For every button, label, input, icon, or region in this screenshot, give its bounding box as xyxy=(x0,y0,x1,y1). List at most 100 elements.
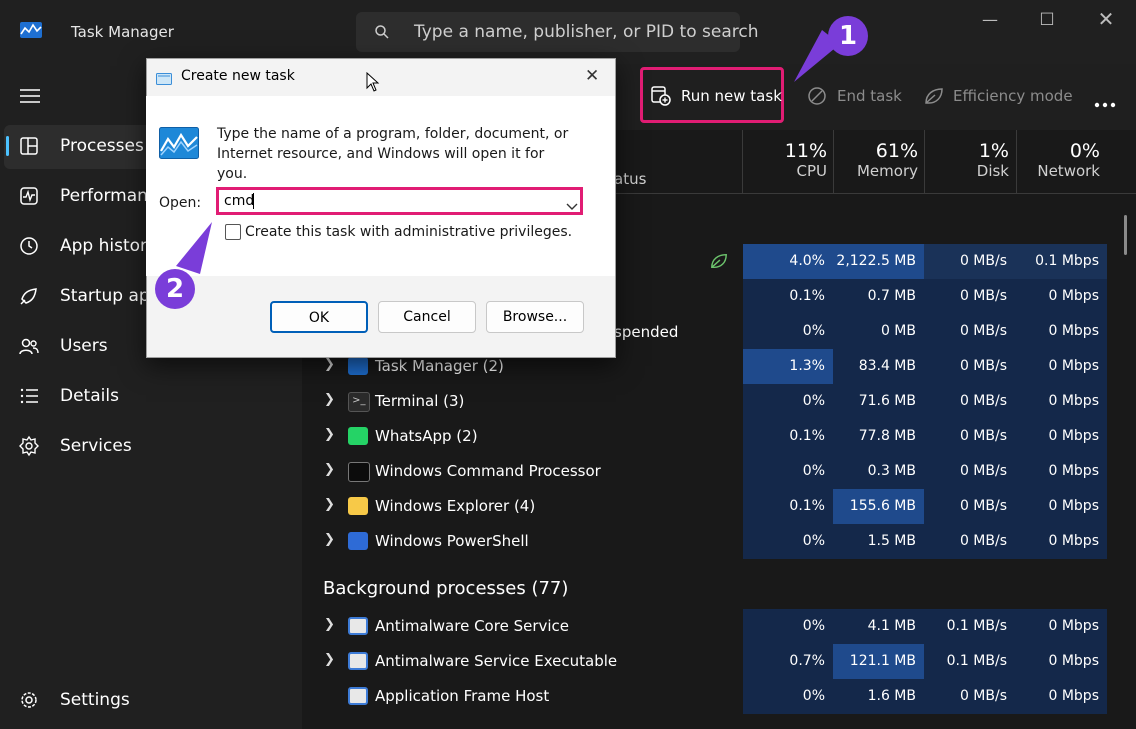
network-label: Network xyxy=(1037,162,1100,180)
search-icon xyxy=(374,24,390,44)
mouse-cursor-icon xyxy=(366,71,380,96)
cpu-cell: 0.1% xyxy=(743,279,833,314)
disk-cell: 0.1 MB/s xyxy=(924,609,1015,644)
table-row[interactable]: ❯ WhatsApp (2) 0.1% 77.8 MB 0 MB/s 0 Mbp… xyxy=(302,419,1107,454)
memory-cell: 0 MB xyxy=(833,314,924,349)
sidebar-item-label: App history xyxy=(60,236,158,256)
status-cell: spended xyxy=(614,323,679,341)
open-label: Open: xyxy=(159,195,202,211)
app-title: Task Manager xyxy=(71,23,174,41)
cpu-cell: 4.0% xyxy=(743,244,833,279)
network-cell: 0 Mbps xyxy=(1015,524,1107,559)
cpu-cell: 0.1% xyxy=(743,419,833,454)
browse-button[interactable]: Browse... xyxy=(486,301,584,333)
open-input[interactable]: cmd xyxy=(224,193,254,209)
hamburger-menu-icon[interactable] xyxy=(20,88,40,108)
network-cell: 0 Mbps xyxy=(1015,679,1107,714)
table-row[interactable]: ❯ Antimalware Service Executable 0.7% 12… xyxy=(302,644,1107,679)
disk-total: 1% xyxy=(978,140,1009,162)
table-row[interactable]: Application Frame Host 0% 1.6 MB 0 MB/s … xyxy=(302,679,1107,714)
scrollbar-thumb[interactable] xyxy=(1124,215,1127,255)
memory-cell: 155.6 MB xyxy=(833,489,924,524)
expand-chevron-icon[interactable]: ❯ xyxy=(324,652,335,667)
disk-cell: 0 MB/s xyxy=(924,524,1015,559)
step-badge-1: 1 xyxy=(828,16,868,56)
table-row[interactable]: ❯ Windows Command Processor 0% 0.3 MB 0 … xyxy=(302,454,1107,489)
service-window-icon xyxy=(348,687,368,705)
sidebar-item-details[interactable]: Details xyxy=(0,374,300,420)
memory-cell: 4.1 MB xyxy=(833,609,924,644)
process-name: Windows Command Processor xyxy=(375,462,601,480)
table-row[interactable]: ❯ Windows Explorer (4) 0.1% 155.6 MB 0 M… xyxy=(302,489,1107,524)
memory-cell: 77.8 MB xyxy=(833,419,924,454)
cancel-button[interactable]: Cancel xyxy=(378,301,476,333)
cpu-column-header[interactable]: 11% CPU xyxy=(743,140,827,190)
expand-chevron-icon[interactable]: ❯ xyxy=(324,392,335,407)
memory-label: Memory xyxy=(856,162,918,180)
command-prompt-icon xyxy=(348,462,370,482)
memory-cell: 1.6 MB xyxy=(833,679,924,714)
efficiency-mode-button[interactable]: Efficiency mode xyxy=(953,87,1073,105)
efficiency-leaf-icon xyxy=(709,252,729,274)
service-window-icon xyxy=(348,652,368,670)
network-cell: 0 Mbps xyxy=(1015,279,1107,314)
close-window-button[interactable]: ✕ xyxy=(1094,7,1118,31)
sidebar-item-label: Users xyxy=(60,336,108,356)
table-row[interactable]: ❯ Antimalware Core Service 0% 4.1 MB 0.1… xyxy=(302,609,1107,644)
sidebar-item-settings[interactable]: Settings xyxy=(0,678,300,724)
disk-cell: 0 MB/s xyxy=(924,244,1015,279)
network-cell: 0 Mbps xyxy=(1015,454,1107,489)
disk-label: Disk xyxy=(976,162,1009,180)
admin-privileges-checkbox[interactable] xyxy=(225,224,241,240)
text-caret xyxy=(253,193,254,209)
network-cell: 0 Mbps xyxy=(1015,384,1107,419)
disk-cell: 0 MB/s xyxy=(924,384,1015,419)
details-icon xyxy=(18,385,42,409)
efficiency-mode-icon xyxy=(923,86,945,110)
dialog-close-icon[interactable]: ✕ xyxy=(585,66,599,86)
memory-cell: 2,122.5 MB xyxy=(833,244,924,279)
expand-chevron-icon[interactable]: ❯ xyxy=(324,532,335,547)
table-row[interactable]: ❯ >_ Terminal (3) 0% 71.6 MB 0 MB/s 0 Mb… xyxy=(302,384,1107,419)
step-badge-2: 2 xyxy=(155,269,195,309)
process-name: Antimalware Core Service xyxy=(375,617,570,635)
dialog-description: Type the name of a program, folder, docu… xyxy=(217,126,569,182)
ok-button[interactable]: OK xyxy=(270,301,368,333)
expand-chevron-icon[interactable]: ❯ xyxy=(324,462,335,477)
expand-chevron-icon[interactable]: ❯ xyxy=(324,427,335,442)
process-name: Terminal (3) xyxy=(375,392,465,410)
disk-column-header[interactable]: 1% Disk xyxy=(925,140,1009,190)
run-program-icon xyxy=(159,127,199,163)
network-column-header[interactable]: 0% Network xyxy=(1017,140,1100,190)
sidebar-item-label: Settings xyxy=(60,690,130,710)
sidebar-item-services[interactable]: Services xyxy=(0,424,300,470)
sidebar-item-label: Services xyxy=(60,436,132,456)
maximize-button[interactable]: □ xyxy=(1035,8,1059,28)
open-combobox[interactable] xyxy=(216,187,583,215)
memory-cell: 83.4 MB xyxy=(833,349,924,384)
table-row[interactable]: ❯ Windows PowerShell 0% 1.5 MB 0 MB/s 0 … xyxy=(302,524,1107,559)
cpu-cell: 0.1% xyxy=(743,489,833,524)
search-input[interactable]: Type a name, publisher, or PID to search xyxy=(414,22,758,42)
process-name: Application Frame Host xyxy=(375,687,550,705)
network-cell: 0 Mbps xyxy=(1015,314,1107,349)
expand-chevron-icon[interactable]: ❯ xyxy=(324,617,335,632)
cpu-cell: 0% xyxy=(743,679,833,714)
memory-cell: 71.6 MB xyxy=(833,384,924,419)
minimize-button[interactable]: — xyxy=(978,10,1002,30)
status-column-header[interactable]: atus xyxy=(614,170,646,188)
memory-total: 61% xyxy=(875,140,918,162)
process-name: Antimalware Service Executable xyxy=(375,652,618,670)
more-options-icon[interactable] xyxy=(1094,93,1116,112)
disk-cell: 0 MB/s xyxy=(924,279,1015,314)
expand-chevron-icon[interactable]: ❯ xyxy=(324,357,335,372)
chevron-down-icon[interactable] xyxy=(566,196,578,215)
whatsapp-icon xyxy=(348,427,368,445)
memory-column-header[interactable]: 61% Memory xyxy=(834,140,918,190)
expand-chevron-icon[interactable]: ❯ xyxy=(324,497,335,512)
network-cell: 0 Mbps xyxy=(1015,419,1107,454)
cpu-cell: 0% xyxy=(743,384,833,419)
startup-apps-icon xyxy=(18,285,42,309)
disk-cell: 0 MB/s xyxy=(924,679,1015,714)
end-task-button[interactable]: End task xyxy=(837,87,902,105)
